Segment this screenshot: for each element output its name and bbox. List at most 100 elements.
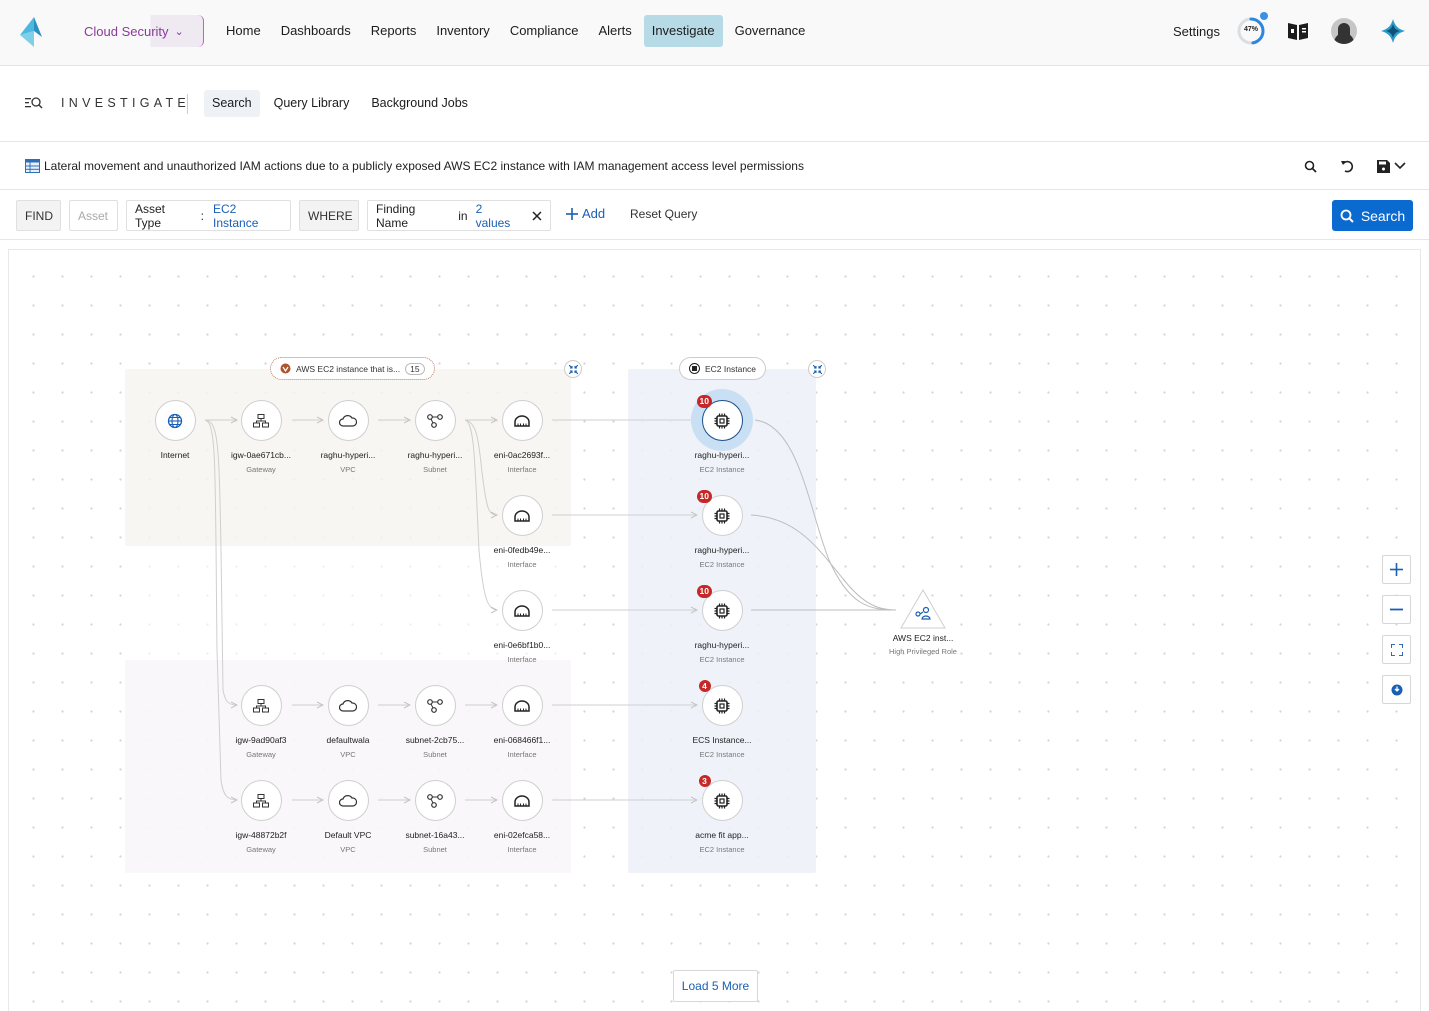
node-name: raghu-hyperi...: [694, 450, 750, 460]
finding-count-badge: 10: [696, 490, 712, 503]
node-name: eni-068466f1...: [493, 735, 551, 745]
subnet-icon: [427, 413, 443, 428]
node-vpc[interactable]: Default VPC VPC: [303, 780, 393, 854]
nav-inventory[interactable]: Inventory: [428, 15, 497, 47]
add-filter-button[interactable]: Add: [566, 206, 605, 221]
node-subnet[interactable]: subnet-2cb75... Subnet: [390, 685, 480, 759]
finding-count-badge: 10: [696, 395, 712, 408]
node-interface[interactable]: eni-02efca58... Interface: [477, 780, 567, 854]
node-type: Subnet: [423, 465, 447, 474]
expand-icon: [1390, 643, 1403, 656]
node-interface[interactable]: eni-0e6bf1b0... Interface: [477, 590, 567, 664]
node-gateway[interactable]: igw-9ad90af3 Gateway: [216, 685, 306, 759]
node-iam-role[interactable]: AWS EC2 inst... High Privileged Role: [873, 588, 973, 656]
node-ec2-instance[interactable]: 10 raghu-hyperi... EC2 Instance: [677, 585, 767, 664]
nav-home[interactable]: Home: [218, 15, 269, 47]
node-ec2-instance[interactable]: 10 raghu-hyperi... EC2 Instance: [677, 490, 767, 569]
finding-name-filter[interactable]: Finding Name in 2 values: [367, 200, 551, 231]
search-label: Search: [1360, 207, 1406, 224]
finding-group-text: AWS EC2 instance that is...: [296, 363, 401, 374]
tab-query-library[interactable]: Query Library: [266, 90, 358, 117]
investigate-tabs: Search Query Library Background Jobs: [204, 90, 476, 117]
node-name: eni-02efca58...: [493, 830, 551, 840]
node-name: raghu-hyperi...: [320, 450, 376, 460]
graph-canvas[interactable]: AWS EC2 instance that is... 15 EC2 Insta…: [8, 249, 1421, 1011]
node-type: EC2 Instance: [699, 655, 745, 664]
investigate-icon: [25, 97, 43, 109]
node-ec2-instance[interactable]: 4 ECS Instance... EC2 Instance: [677, 680, 767, 759]
brand-diamond-icon[interactable]: [1380, 18, 1406, 44]
load-more-button[interactable]: Load 5 More: [673, 970, 758, 1002]
zoom-in-button[interactable]: [1382, 555, 1411, 584]
finding-count-badge: 4: [698, 680, 711, 692]
node-type: Gateway: [246, 845, 276, 854]
node-ec2-instance[interactable]: 3 acme fit app... EC2 Instance: [677, 775, 767, 854]
node-type: Interface: [507, 845, 537, 854]
cloud-icon: [339, 794, 357, 807]
save-dropdown[interactable]: [1374, 157, 1408, 175]
finding-group-label[interactable]: AWS EC2 instance that is... 15: [270, 357, 435, 380]
nav-dashboards[interactable]: Dashboards: [273, 15, 359, 47]
undo-icon[interactable]: [1338, 157, 1356, 175]
collapse-group-button[interactable]: [564, 360, 582, 378]
node-ec2-instance-selected[interactable]: 10 raghu-hyperi... EC2 Instance: [677, 389, 767, 474]
layout-button[interactable]: [1382, 675, 1411, 704]
node-type: VPC: [340, 750, 356, 759]
nav-compliance[interactable]: Compliance: [502, 15, 587, 47]
edge: [754, 419, 897, 611]
node-type: VPC: [340, 845, 356, 854]
node-interface[interactable]: eni-0fedb49e... Interface: [477, 495, 567, 569]
tab-search[interactable]: Search: [204, 90, 260, 117]
collapse-icon: [812, 364, 822, 374]
chip-icon: [714, 413, 730, 428]
subnet-icon: [427, 793, 443, 808]
node-interface[interactable]: eni-0ac2693f... Interface: [477, 400, 567, 474]
progress-indicator[interactable]: 47%: [1236, 12, 1268, 46]
node-type: Interface: [507, 465, 537, 474]
product-switcher[interactable]: Cloud Security ⌄: [72, 15, 204, 47]
node-name: acme fit app...: [695, 830, 749, 840]
search-icon[interactable]: [1301, 157, 1319, 175]
collapse-group-button[interactable]: [808, 360, 826, 378]
close-icon[interactable]: [532, 210, 542, 221]
asset-type-filter[interactable]: Asset Type : EC2 Instance: [126, 200, 291, 231]
ec2-group-label[interactable]: EC2 Instance: [679, 357, 767, 380]
zoom-out-button[interactable]: [1382, 595, 1411, 624]
search-button[interactable]: Search: [1332, 200, 1413, 231]
node-name: defaultwala: [326, 735, 370, 745]
node-gateway[interactable]: igw-0ae671cb... Gateway: [216, 400, 306, 474]
nav-investigate[interactable]: Investigate: [643, 15, 723, 47]
search-icon: [1340, 209, 1354, 223]
nav-alerts[interactable]: Alerts: [590, 15, 639, 47]
node-type: VPC: [340, 465, 356, 474]
node-vpc[interactable]: raghu-hyperi... VPC: [303, 400, 393, 474]
nav-governance[interactable]: Governance: [727, 15, 814, 47]
node-gateway[interactable]: igw-48872b2f Gateway: [216, 780, 306, 854]
book-icon[interactable]: [1287, 20, 1309, 42]
node-name: AWS EC2 inst...: [892, 633, 954, 643]
node-name: igw-48872b2f: [235, 830, 287, 840]
tab-background-jobs[interactable]: Background Jobs: [363, 90, 476, 117]
interface-icon: [514, 794, 530, 807]
node-internet[interactable]: Internet: [130, 400, 220, 460]
query-title-bar: Lateral movement and unauthorized IAM ac…: [0, 142, 1429, 190]
interface-icon: [514, 509, 530, 522]
reset-query-button[interactable]: Reset Query: [630, 207, 697, 221]
investigate-header: INVESTIGATE Search Query Library Backgro…: [0, 66, 1429, 142]
fit-view-button[interactable]: [1382, 635, 1411, 664]
node-type: Interface: [507, 560, 537, 569]
node-subnet[interactable]: raghu-hyperi... Subnet: [390, 400, 480, 474]
main-nav: Home Dashboards Reports Inventory Compli…: [218, 15, 813, 47]
node-name: ECS Instance...: [692, 735, 752, 745]
progress-label: 47%: [1243, 26, 1258, 33]
user-avatar[interactable]: [1331, 18, 1357, 44]
settings-link[interactable]: Settings: [1173, 24, 1220, 39]
node-interface[interactable]: eni-068466f1... Interface: [477, 685, 567, 759]
asset-input[interactable]: Asset: [69, 200, 118, 231]
nav-reports[interactable]: Reports: [363, 15, 425, 47]
node-vpc[interactable]: defaultwala VPC: [303, 685, 393, 759]
node-type: Gateway: [246, 465, 276, 474]
app-logo-icon[interactable]: [20, 17, 46, 47]
plus-icon: [1390, 563, 1403, 576]
node-subnet[interactable]: subnet-16a43... Subnet: [390, 780, 480, 854]
